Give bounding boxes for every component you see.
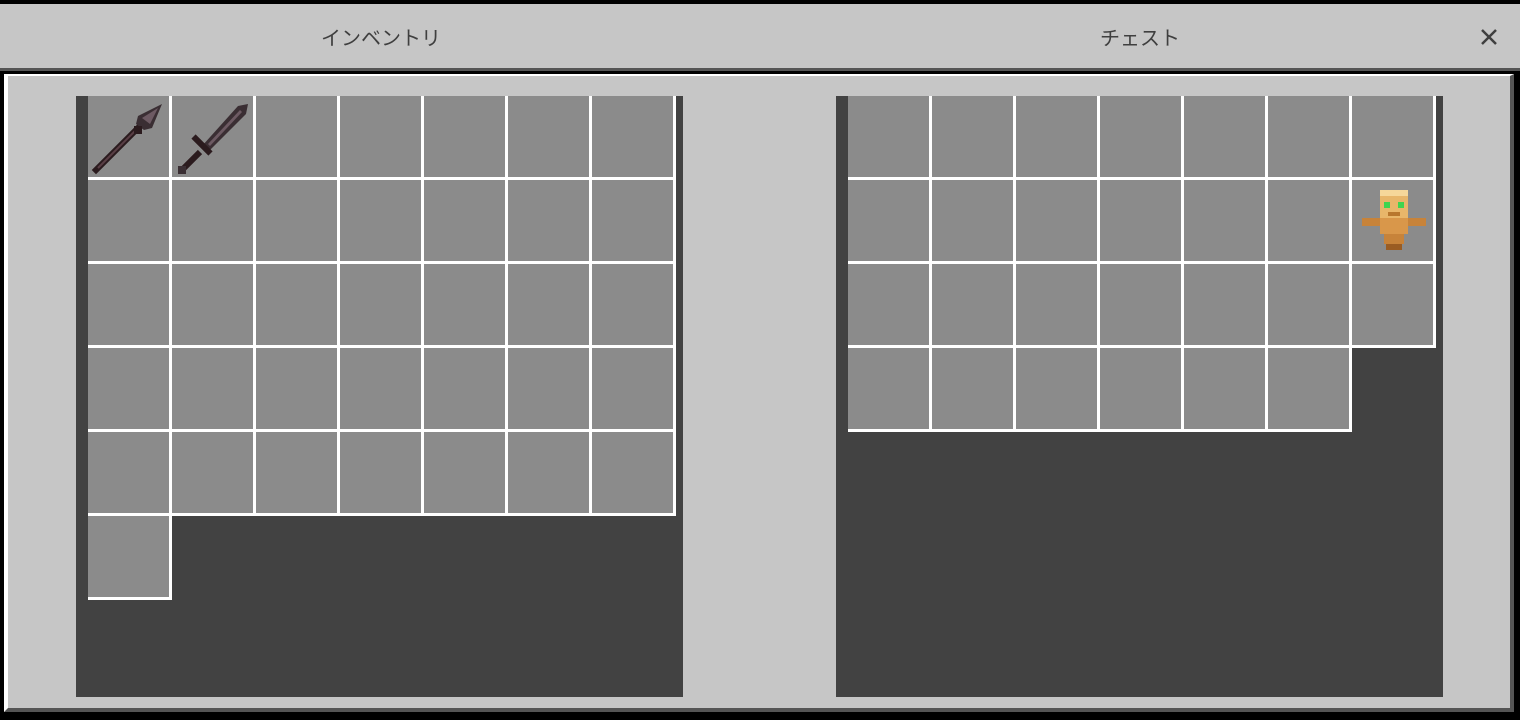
- inventory-slot[interactable]: [172, 180, 256, 264]
- inventory-slot[interactable]: [508, 348, 592, 432]
- sword-icon: [178, 104, 248, 174]
- chest-slot[interactable]: [1016, 180, 1100, 264]
- inventory-slot[interactable]: [424, 180, 508, 264]
- inventory-slot[interactable]: [88, 432, 172, 516]
- tab-chest[interactable]: チェスト: [1100, 28, 1180, 48]
- inventory-slot[interactable]: [340, 432, 424, 516]
- spear-icon: [91, 104, 162, 175]
- chest-slot[interactable]: [1184, 96, 1268, 180]
- chest-slot[interactable]: [1352, 264, 1436, 348]
- chest-slot[interactable]: [1184, 180, 1268, 264]
- inventory-slot[interactable]: [424, 264, 508, 348]
- inventory-slot[interactable]: [508, 96, 592, 180]
- chest-slot[interactable]: [848, 348, 932, 432]
- chest-slot[interactable]: [1268, 348, 1352, 432]
- inventory-slot[interactable]: [172, 348, 256, 432]
- inventory-slot[interactable]: [256, 348, 340, 432]
- close-icon: [1481, 29, 1497, 45]
- inventory-slot[interactable]: [508, 180, 592, 264]
- inventory-slot[interactable]: [256, 180, 340, 264]
- chest-slot[interactable]: [1016, 96, 1100, 180]
- inventory-slot[interactable]: [172, 432, 256, 516]
- chest-slot[interactable]: [932, 264, 1016, 348]
- inventory-slot[interactable]: [172, 96, 256, 180]
- chest-slot[interactable]: [1100, 264, 1184, 348]
- inventory-slot[interactable]: [88, 348, 172, 432]
- chest-slot[interactable]: [932, 96, 1016, 180]
- chest-slot[interactable]: [1016, 348, 1100, 432]
- chest-slot[interactable]: [932, 180, 1016, 264]
- chest-slot[interactable]: [1184, 264, 1268, 348]
- chest-slot[interactable]: [848, 96, 932, 180]
- chest-slot[interactable]: [932, 348, 1016, 432]
- inventory-slot[interactable]: [508, 432, 592, 516]
- inventory-slot[interactable]: [424, 348, 508, 432]
- chest-window: インベントリ チェスト: [0, 0, 1520, 720]
- inventory-slot[interactable]: [424, 96, 508, 180]
- chest-slot[interactable]: [1352, 180, 1436, 264]
- chest-slot[interactable]: [848, 264, 932, 348]
- inventory-slot[interactable]: [340, 180, 424, 264]
- inventory-grid: [76, 96, 683, 697]
- inventory-slot[interactable]: [340, 348, 424, 432]
- chest-slot[interactable]: [1100, 180, 1184, 264]
- inventory-slot[interactable]: [424, 432, 508, 516]
- inventory-slot[interactable]: [508, 264, 592, 348]
- inventory-slot[interactable]: [592, 348, 676, 432]
- inventory-slot[interactable]: [340, 96, 424, 180]
- chest-slot[interactable]: [1268, 264, 1352, 348]
- inventory-slot[interactable]: [592, 264, 676, 348]
- totem-icon: [1362, 190, 1426, 250]
- chest-slot[interactable]: [1016, 264, 1100, 348]
- inventory-slot[interactable]: [592, 180, 676, 264]
- inventory-slot[interactable]: [340, 264, 424, 348]
- inventory-slot[interactable]: [88, 264, 172, 348]
- inventory-slot[interactable]: [172, 264, 256, 348]
- tab-inventory[interactable]: インベントリ: [321, 28, 441, 48]
- chest-slot[interactable]: [1352, 96, 1436, 180]
- chest-slot[interactable]: [1100, 348, 1184, 432]
- inventory-slot[interactable]: [256, 96, 340, 180]
- inventory-slot[interactable]: [256, 264, 340, 348]
- chest-slot[interactable]: [1184, 348, 1268, 432]
- inventory-slot[interactable]: [88, 180, 172, 264]
- chest-slot[interactable]: [1268, 96, 1352, 180]
- close-button[interactable]: [1476, 24, 1502, 50]
- inventory-slot[interactable]: [592, 96, 676, 180]
- inventory-slot[interactable]: [88, 516, 172, 600]
- title-bar: インベントリ チェスト: [0, 4, 1520, 71]
- inventory-slot[interactable]: [592, 432, 676, 516]
- chest-slot[interactable]: [848, 180, 932, 264]
- inventory-slot[interactable]: [256, 432, 340, 516]
- chest-slot[interactable]: [1268, 180, 1352, 264]
- chest-slot[interactable]: [1100, 96, 1184, 180]
- inventory-slot[interactable]: [88, 96, 172, 180]
- chest-grid: [836, 96, 1443, 697]
